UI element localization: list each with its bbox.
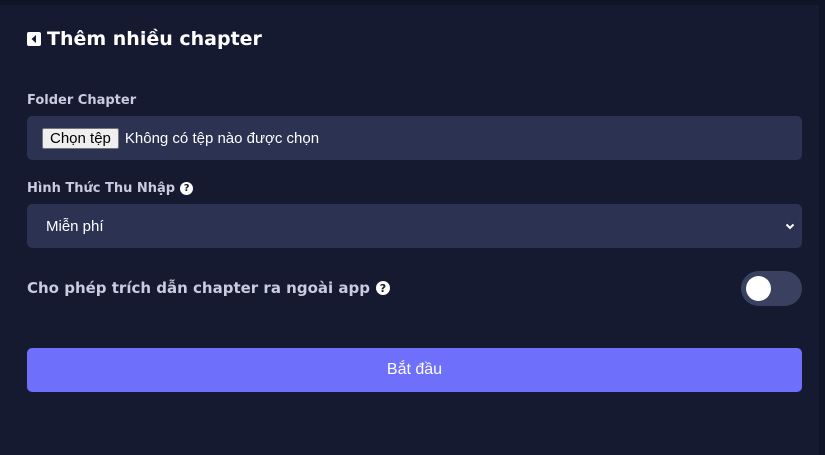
income-label: Hình Thức Thu Nhập ? [27, 181, 194, 196]
income-select[interactable]: Miễn phí [27, 204, 802, 248]
file-status-text: Không có tệp nào được chọn [124, 129, 320, 147]
quote-toggle-switch[interactable] [741, 271, 802, 306]
chevron-down-icon [784, 220, 796, 232]
help-icon[interactable]: ? [375, 281, 390, 295]
folder-file-input[interactable]: Chọn tệp Không có tệp nào được chọn [27, 116, 802, 160]
quote-label-text: Cho phép trích dẫn chapter ra ngoài app [27, 279, 370, 297]
help-icon[interactable]: ? [180, 182, 194, 195]
income-label-text: Hình Thức Thu Nhập [27, 181, 176, 196]
back-icon[interactable] [27, 32, 41, 46]
folder-label: Folder Chapter [27, 93, 136, 108]
page-title-text: Thêm nhiều chapter [47, 28, 262, 50]
choose-file-button[interactable]: Chọn tệp [42, 127, 119, 149]
folder-label-text: Folder Chapter [27, 93, 137, 108]
add-chapters-panel: Thêm nhiều chapter Folder Chapter Chọn t… [0, 0, 819, 455]
income-select-value: Miễn phí [46, 217, 104, 235]
quote-toggle-label: Cho phép trích dẫn chapter ra ngoài app … [27, 279, 390, 297]
toggle-knob [746, 276, 771, 301]
start-button[interactable]: Bắt đầu [27, 348, 802, 392]
page-title: Thêm nhiều chapter [27, 28, 262, 50]
